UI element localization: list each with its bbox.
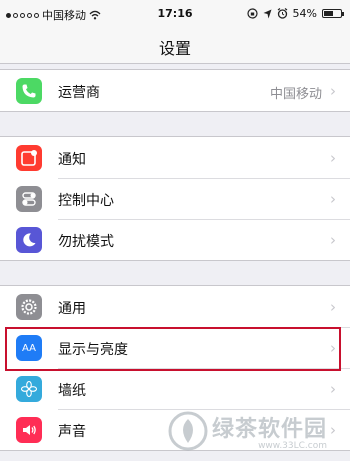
carrier-value: 中国移动 — [269, 87, 322, 102]
settings-row-do-not-disturb[interactable]: 勿扰模式 › — [0, 219, 350, 260]
settings-row-display-brightness[interactable]: AA 显示与亮度 › — [0, 327, 350, 368]
settings-row-label: 勿扰模式 — [58, 234, 114, 250]
settings-row-control-center[interactable]: 控制中心 › — [0, 178, 350, 219]
phone-icon — [16, 78, 42, 104]
watermark-text: 绿茶软件园 — [212, 417, 328, 442]
settings-row-label: 运营商 — [58, 85, 100, 101]
moon-icon — [16, 227, 42, 253]
alarm-icon — [277, 8, 287, 19]
settings-row-notifications[interactable]: 通知 › — [0, 137, 350, 178]
settings-row-carrier[interactable]: 运营商 中国移动 › — [0, 70, 350, 111]
settings-row-label: 墙纸 — [58, 383, 86, 399]
wallpaper-icon — [16, 376, 42, 402]
display-icon-text: AA — [22, 342, 36, 354]
rotation-lock-icon — [246, 8, 258, 19]
battery-fill — [324, 11, 333, 16]
settings-row-label: 显示与亮度 — [58, 342, 128, 358]
chevron-right-icon: › — [330, 298, 336, 316]
battery-percent: 54% — [292, 7, 317, 20]
control-center-icon — [16, 186, 42, 212]
settings-row-label: 控制中心 — [58, 193, 114, 209]
settings-row-label: 通知 — [58, 152, 86, 168]
nav-bar: 设置 — [0, 26, 350, 64]
settings-row-general[interactable]: 通用 › — [0, 286, 350, 327]
battery-icon — [322, 9, 344, 18]
settings-group-notifications: 通知 › 控制中心 › 勿扰模式 › — [0, 136, 350, 261]
chevron-right-icon: › — [330, 339, 336, 357]
chevron-right-icon: › — [330, 149, 336, 167]
chevron-right-icon: › — [330, 82, 336, 100]
page-title: 设置 — [158, 39, 191, 58]
status-bar: 中国移动 17:16 54% — [0, 0, 350, 26]
location-icon — [263, 9, 272, 18]
status-right: 54% — [246, 7, 344, 20]
notifications-icon — [16, 145, 42, 171]
watermark: 绿茶软件园 www.33LC.com — [168, 404, 344, 458]
sound-icon — [16, 417, 42, 443]
settings-row-label: 通用 — [58, 301, 86, 317]
settings-row-label: 声音 — [58, 424, 86, 440]
settings-group-carrier: 运营商 中国移动 › — [0, 69, 350, 112]
chevron-right-icon: › — [330, 380, 336, 398]
watermark-logo-icon — [168, 411, 208, 451]
watermark-text-block: 绿茶软件园 www.33LC.com — [212, 411, 327, 451]
chevron-right-icon: › — [330, 190, 336, 208]
gear-icon — [16, 294, 42, 320]
settings-row-wallpaper[interactable]: 墙纸 › — [0, 368, 350, 409]
chevron-right-icon: › — [330, 231, 336, 249]
display-brightness-icon: AA — [16, 335, 42, 361]
